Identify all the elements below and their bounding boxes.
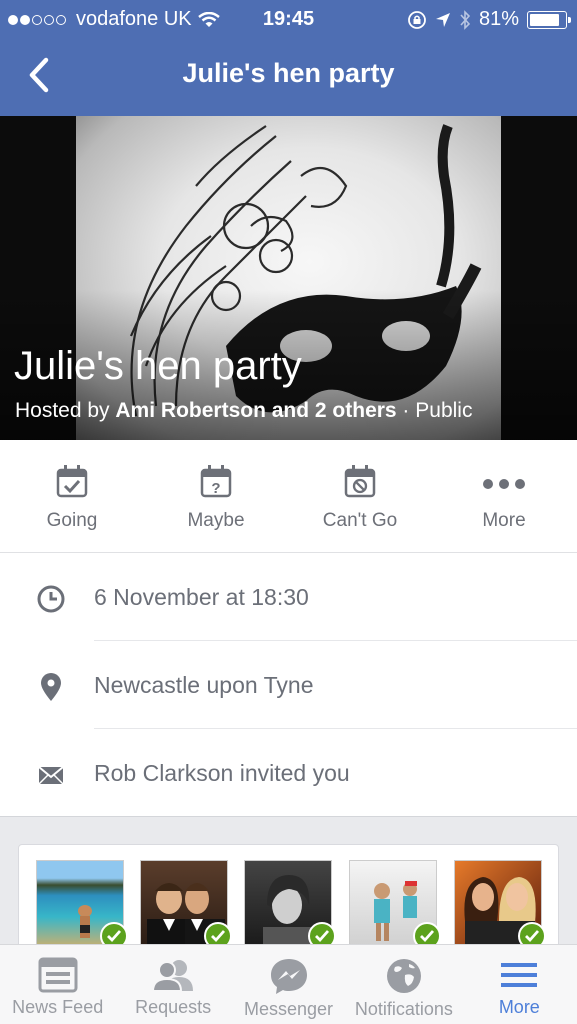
friend-requests-icon: [152, 960, 194, 992]
rotation-lock-icon: [408, 10, 426, 29]
tab-messenger[interactable]: Messenger: [231, 945, 346, 1024]
battery-percent: 81%: [478, 8, 519, 30]
tab-bar: News Feed Requests Messenger Notificatio…: [0, 944, 577, 1024]
calendar-question-icon: ?: [200, 465, 232, 498]
top-bar: vodafone UK 19:45 81% Julie's hen party: [0, 0, 577, 116]
event-invite-text: Rob Clarkson invited you: [94, 760, 350, 786]
rsvp-bar: Going ? Maybe Can't Go More: [0, 440, 577, 553]
event-invite-row[interactable]: Rob Clarkson invited you: [0, 729, 577, 817]
cant-go-button[interactable]: Can't Go: [288, 440, 432, 552]
location-arrow-icon: [435, 12, 450, 27]
news-feed-icon: [38, 957, 78, 993]
event-location: Newcastle upon Tyne: [94, 672, 314, 698]
event-cover[interactable]: Julie's hen party Hosted by Ami Robertso…: [0, 116, 577, 440]
globe-icon: [386, 959, 421, 993]
event-datetime-row[interactable]: 6 November at 18:30: [0, 553, 577, 641]
maybe-button[interactable]: ? Maybe: [144, 440, 288, 552]
going-button[interactable]: Going: [0, 440, 144, 552]
calendar-check-icon: [56, 465, 88, 498]
tab-more[interactable]: More: [462, 945, 577, 1024]
tab-news-feed[interactable]: News Feed: [0, 945, 115, 1024]
bluetooth-icon: [460, 9, 471, 30]
clock-icon: [37, 585, 65, 613]
event-host-line: Hosted by Ami Robertson and 2 others · P…: [15, 399, 473, 422]
battery-icon: [527, 10, 571, 29]
event-screen: vodafone UK 19:45 81% Julie's hen party …: [0, 0, 577, 1024]
tab-requests[interactable]: Requests: [115, 945, 230, 1024]
event-details: 6 November at 18:30 Newcastle upon Tyne …: [0, 553, 577, 817]
more-options-button[interactable]: More: [432, 440, 576, 552]
event-datetime: 6 November at 18:30: [94, 584, 309, 610]
svg-text:?: ?: [211, 480, 220, 497]
status-bar: vodafone UK 19:45 81%: [0, 0, 577, 38]
host-names-link[interactable]: Ami Robertson and 2 others: [115, 399, 396, 422]
envelope-icon: [38, 766, 64, 785]
event-title: Julie's hen party: [14, 344, 302, 388]
menu-icon: [501, 963, 538, 987]
location-pin-icon: [41, 673, 61, 701]
tab-notifications[interactable]: Notifications: [346, 945, 461, 1024]
calendar-cancel-icon: [344, 465, 376, 498]
messenger-icon: [270, 959, 307, 994]
event-location-row[interactable]: Newcastle upon Tyne: [0, 641, 577, 729]
more-dots-icon: [483, 479, 525, 489]
nav-title: Julie's hen party: [182, 58, 395, 88]
